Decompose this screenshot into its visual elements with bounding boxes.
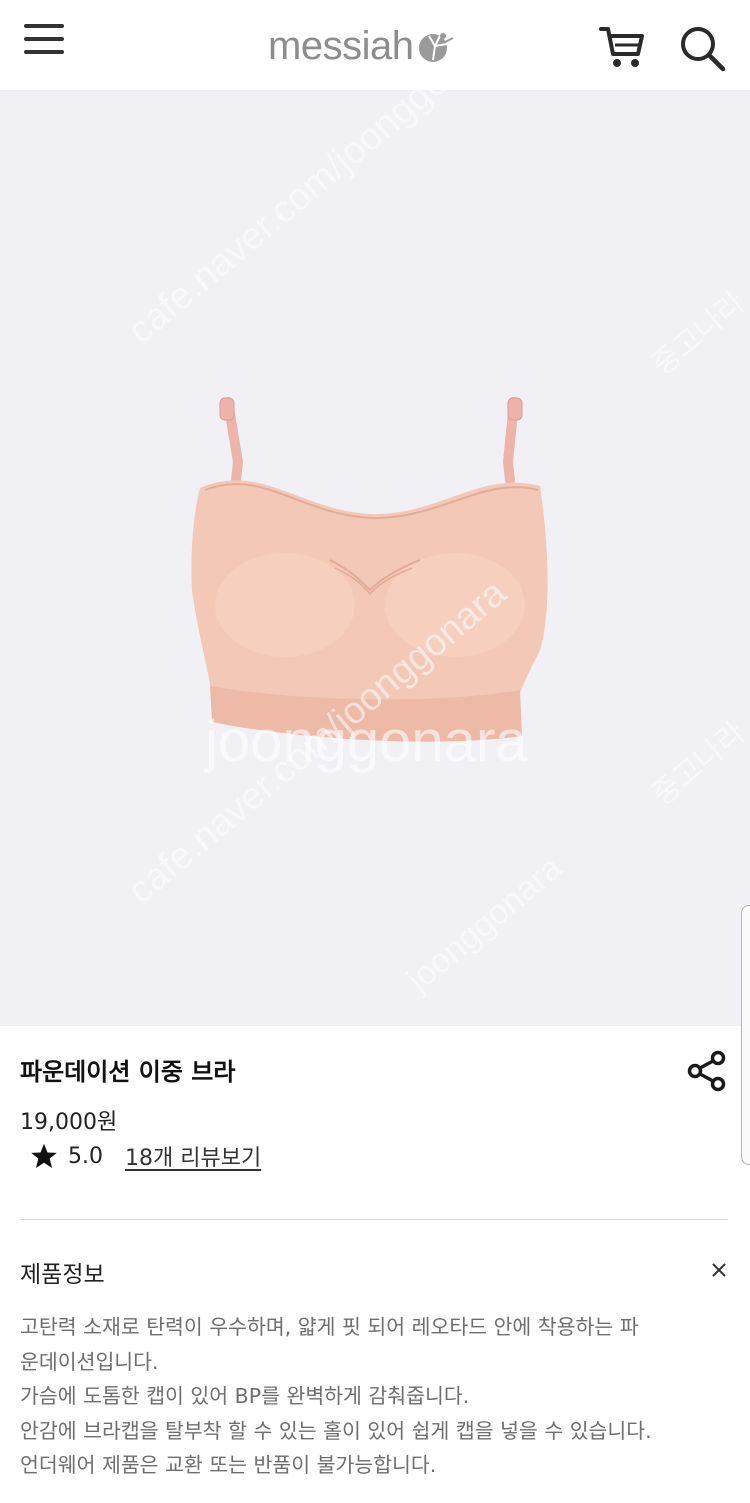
search-icon[interactable] — [678, 24, 726, 72]
top-header: messiah — [0, 0, 750, 90]
description-line: 언더웨어 제품은 교환 또는 반품이 불가능합니다. — [20, 1453, 437, 1477]
product-price: 19,000원 — [20, 1110, 118, 1135]
ballerina-logo-icon — [419, 33, 454, 62]
scroll-indicator[interactable] — [741, 905, 750, 1165]
shopping-cart-icon[interactable] — [598, 24, 646, 70]
product-image[interactable]: cafe.naver.com/joonggonara joonggonara c… — [0, 90, 750, 1026]
divider — [20, 1219, 728, 1220]
description-line: 안감에 브라캡을 탈부착 할 수 있는 홀이 있어 쉽게 캡을 넣을 수 있습니… — [20, 1418, 652, 1443]
star-icon — [31, 1143, 57, 1169]
menu-button[interactable] — [24, 22, 66, 56]
review-link[interactable]: 18개 리뷰보기 — [125, 1140, 261, 1172]
close-icon[interactable] — [707, 1258, 731, 1282]
rating-value: 5.0 — [68, 1143, 103, 1169]
brand-logo[interactable]: messiah — [268, 18, 457, 74]
product-description: 고탄력 소재로 탄력이 우수하며, 얇게 핏 되어 레오타드 안에 착용하는 파… — [20, 1310, 732, 1483]
rating-row: 5.0 18개 리뷰보기 — [30, 1140, 261, 1172]
share-icon[interactable] — [686, 1050, 728, 1092]
description-line: 가슴에 도톰한 캡이 있어 BP를 완벽하게 감춰줍니다. — [20, 1384, 470, 1408]
product-title: 파운데이션 이중 브라 — [20, 1058, 236, 1086]
hamburger-menu-icon — [24, 24, 64, 28]
bra-product-illustration — [191, 397, 548, 742]
hamburger-menu-icon — [24, 50, 64, 54]
section-title: 제품정보 — [20, 1262, 105, 1288]
description-line: 운데이션입니다. — [20, 1349, 159, 1374]
hamburger-menu-icon — [24, 37, 64, 41]
description-line: 고탄력 소재로 탄력이 우수하며, 얇게 핏 되어 레오타드 안에 착용하는 파 — [20, 1315, 639, 1339]
logo-text: messiah — [268, 23, 414, 68]
